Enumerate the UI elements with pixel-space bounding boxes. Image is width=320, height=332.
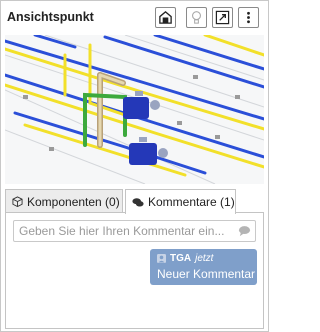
more-menu-button[interactable] (238, 7, 259, 28)
panel-header: Ansichtspunkt (1, 1, 268, 33)
more-vertical-icon (247, 11, 250, 24)
home-view-icon (159, 11, 172, 24)
panel-title: Ansichtspunkt (7, 10, 94, 24)
comment-text: Neuer Kommentar (157, 267, 256, 281)
light-toggle-button[interactable] (186, 7, 207, 28)
user-avatar-icon (157, 254, 166, 263)
expand-button[interactable] (212, 7, 233, 28)
tab-comments[interactable]: Kommentare (1) (125, 189, 236, 214)
comment-header: TGA jetzt (157, 253, 213, 264)
tab-components[interactable]: Komponenten (0) (5, 189, 123, 213)
comment-input[interactable] (14, 221, 234, 241)
comment-input-box (13, 220, 256, 242)
tab-comments-label: Kommentare (1) (148, 195, 235, 209)
viewpoint-panel: Ansichtspunkt Komponenten (0) Kommentare… (0, 0, 269, 332)
tab-components-label: Komponenten (0) (27, 194, 120, 209)
cube-icon (12, 196, 23, 207)
comment-item[interactable]: TGA jetzt Neuer Kommentar (150, 249, 257, 285)
expand-icon (215, 10, 230, 25)
3d-model-viewport[interactable] (5, 35, 264, 184)
comment-bubble-icon[interactable] (238, 225, 251, 237)
lightbulb-icon (192, 11, 201, 24)
comment-time: jetzt (195, 253, 214, 264)
home-view-button[interactable] (155, 7, 176, 28)
comments-content: TGA jetzt Neuer Kommentar (5, 212, 264, 329)
tab-bar: Komponenten (0) Kommentare (1) (5, 189, 264, 214)
comments-icon (132, 197, 144, 207)
comment-author: TGA (170, 253, 192, 264)
pipe-model-image (5, 35, 264, 184)
